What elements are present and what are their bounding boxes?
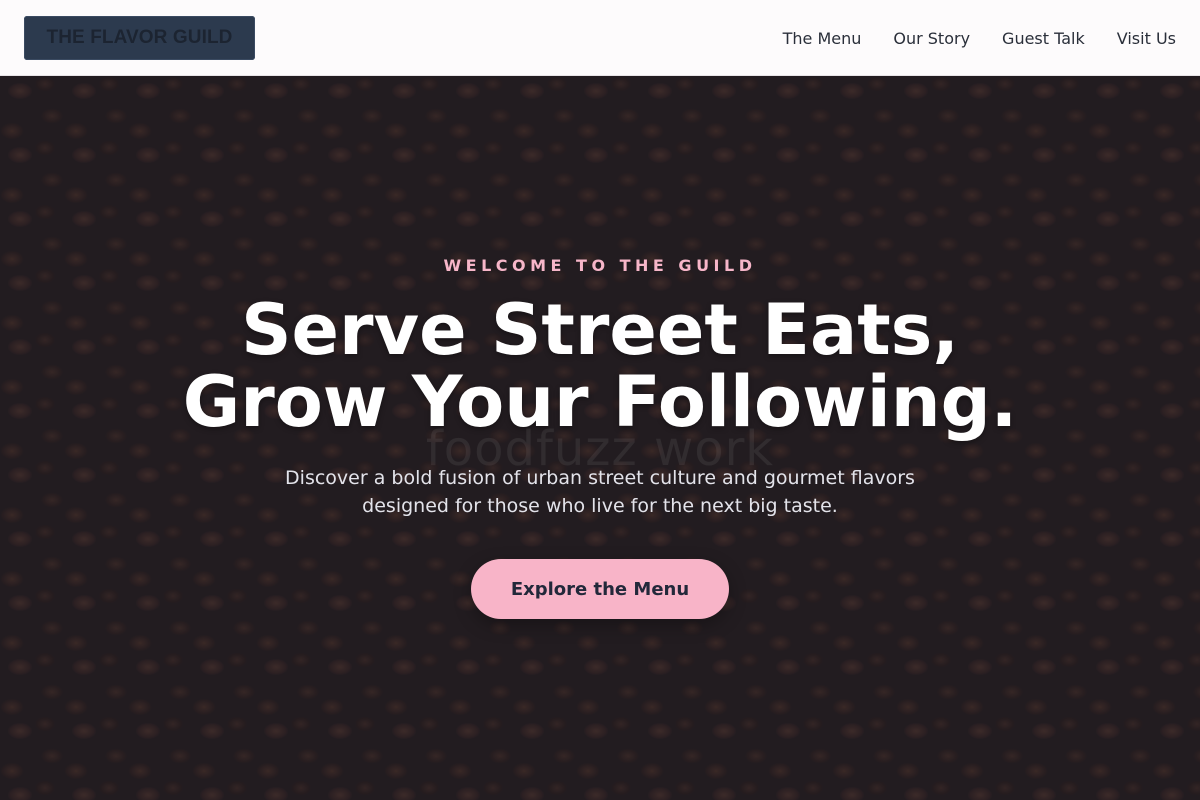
hero-content: WELCOME TO THE GUILD Serve Street Eats, … xyxy=(0,76,1200,800)
hero-subtitle: Discover a bold fusion of urban street c… xyxy=(250,464,950,520)
main-nav: The Menu Our Story Guest Talk Visit Us xyxy=(783,0,1176,76)
explore-menu-button[interactable]: Explore the Menu xyxy=(471,559,729,619)
hero-subtitle-line-2: designed for those who live for the next… xyxy=(362,495,838,517)
hero-section: WELCOME TO THE GUILD Serve Street Eats, … xyxy=(0,76,1200,800)
nav-link-visit-us[interactable]: Visit Us xyxy=(1117,29,1176,48)
hero-subtitle-line-1: Discover a bold fusion of urban street c… xyxy=(285,467,915,489)
hero-headline-line-1: Serve Street Eats, xyxy=(241,289,959,371)
nav-link-guest-talk[interactable]: Guest Talk xyxy=(1002,29,1085,48)
nav-link-the-menu[interactable]: The Menu xyxy=(783,29,862,48)
hero-eyebrow: WELCOME TO THE GUILD xyxy=(443,256,757,275)
site-header: THE FLAVOR GUILD The Menu Our Story Gues… xyxy=(0,0,1200,76)
nav-link-our-story[interactable]: Our Story xyxy=(893,29,970,48)
hero-headline: Serve Street Eats, Grow Your Following. xyxy=(0,294,1200,438)
logo[interactable]: THE FLAVOR GUILD xyxy=(24,16,255,60)
